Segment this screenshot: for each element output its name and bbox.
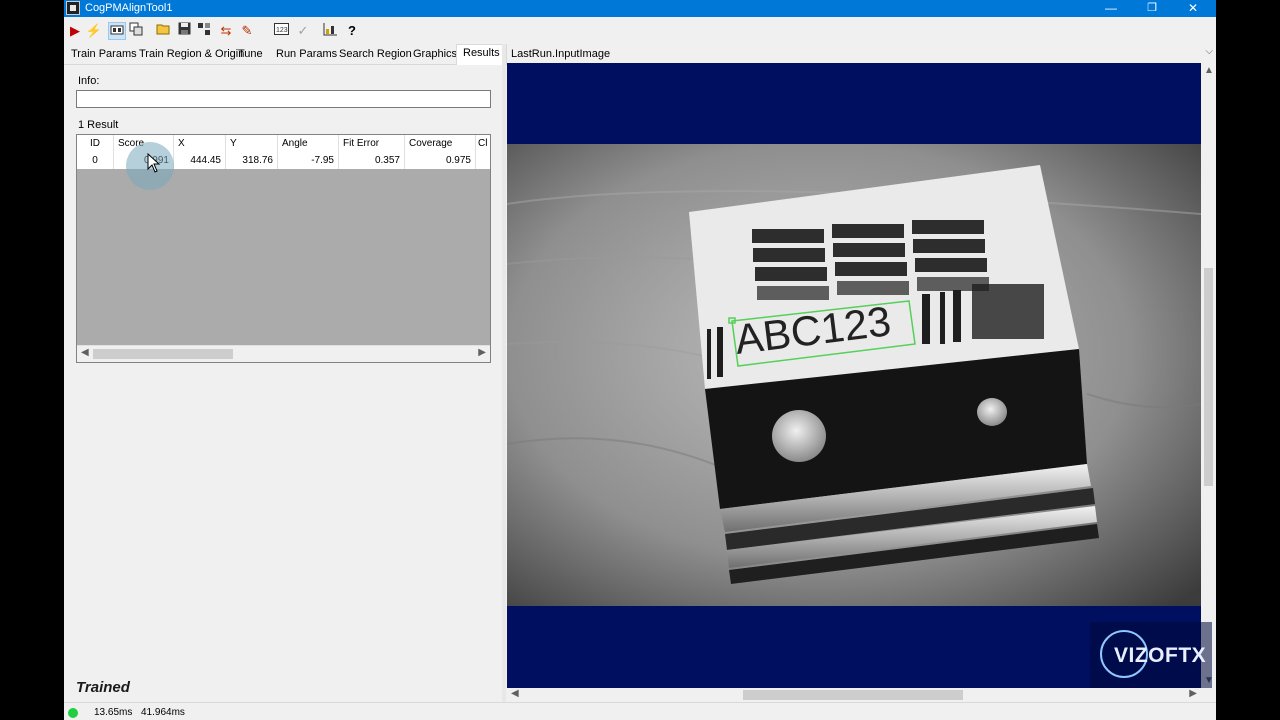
scroll-right-icon[interactable]: ▶ — [478, 347, 486, 358]
image-display[interactable]: ABC123 — [507, 63, 1201, 688]
image-panel: LastRun.InputImage ⌵ ABC123 ▲ ◀ ▶ — [507, 44, 1216, 702]
status-bar: 13.65ms 41.964ms — [64, 702, 1216, 720]
image-horizontal-scrollbar[interactable]: ◀ ▶ — [507, 688, 1201, 702]
reset-icon[interactable]: ⇆ — [217, 22, 235, 40]
save-icon[interactable] — [175, 22, 193, 40]
results-panel: Info: 1 Result ID Score X Y Angle Fit Er… — [64, 65, 502, 702]
image-selector-value: LastRun.InputImage — [511, 48, 611, 60]
title-bar: CogPMAlignTool1 — ❐ ✕ — [64, 0, 1216, 17]
scroll-right-icon[interactable]: ▶ — [1189, 688, 1197, 699]
scroll-left-icon[interactable]: ◀ — [81, 347, 89, 358]
column-header-id[interactable]: ID — [77, 135, 114, 153]
watermark-text: VIZOFTX — [1114, 644, 1207, 667]
scrollbar-thumb[interactable] — [93, 349, 233, 359]
trained-status: Trained — [76, 679, 130, 696]
cell-id: 0 — [77, 153, 114, 169]
cell-coverage: 0.975 — [405, 153, 476, 169]
window-title: CogPMAlignTool1 — [85, 2, 173, 14]
tab-graphics[interactable]: Graphics — [413, 48, 457, 60]
chart-icon[interactable] — [321, 22, 339, 40]
info-field[interactable] — [76, 90, 491, 108]
tab-strip: Train Params Train Region & Origin Tune … — [64, 44, 507, 65]
image-selector[interactable]: LastRun.InputImage ⌵ — [507, 44, 1216, 64]
status-led-icon — [68, 708, 78, 718]
tab-train-region-origin[interactable]: Train Region & Origin — [139, 48, 244, 60]
cell-x: 444.45 — [174, 153, 226, 169]
tab-search-region[interactable]: Search Region — [339, 48, 412, 60]
svg-text:123: 123 — [276, 27, 288, 34]
cell-clutter — [476, 153, 490, 169]
tools-icon[interactable] — [195, 22, 213, 40]
scrollbar-thumb[interactable] — [743, 690, 963, 700]
column-header-coverage[interactable]: Coverage — [405, 135, 476, 153]
column-header-fit-error[interactable]: Fit Error — [339, 135, 405, 153]
cell-y: 318.76 — [226, 153, 278, 169]
column-header-clutter[interactable]: Cl — [476, 135, 490, 153]
numeric-icon[interactable]: 123 — [272, 22, 290, 40]
app-icon — [66, 1, 80, 15]
tab-tune[interactable]: Tune — [238, 48, 263, 60]
close-button[interactable]: ✕ — [1172, 0, 1214, 17]
toolbar: ▶ ⚡ ⇆ ✎ 123 ✓ ? — [64, 18, 1216, 44]
column-header-x[interactable]: X — [174, 135, 226, 153]
check-icon[interactable]: ✓ — [294, 22, 312, 40]
train-icon[interactable]: ⚡ — [85, 22, 103, 40]
edit-icon[interactable]: ✎ — [238, 22, 256, 40]
tab-train-params[interactable]: Train Params — [71, 48, 137, 60]
last-run-time: 13.65ms — [94, 707, 133, 718]
scroll-left-icon[interactable]: ◀ — [511, 688, 519, 699]
image-vertical-scrollbar[interactable]: ▲ ▼ — [1201, 63, 1216, 688]
splitter[interactable] — [502, 44, 506, 702]
column-header-angle[interactable]: Angle — [278, 135, 339, 153]
run-icon[interactable]: ▶ — [66, 22, 84, 40]
total-run-time: 41.964ms — [141, 707, 185, 718]
column-header-y[interactable]: Y — [226, 135, 278, 153]
display-icon[interactable] — [108, 22, 126, 40]
grid-horizontal-scrollbar[interactable]: ◀ ▶ — [77, 345, 490, 362]
open-icon[interactable] — [154, 22, 172, 40]
cell-fit-error: 0.357 — [339, 153, 405, 169]
info-label: Info: — [78, 75, 100, 87]
minimize-button[interactable]: — — [1090, 0, 1132, 17]
watermark-logo: VIZOFTX — [1090, 622, 1212, 688]
scrollbar-thumb[interactable] — [1204, 268, 1213, 486]
result-count: 1 Result — [78, 119, 119, 131]
cell-angle: -7.95 — [278, 153, 339, 169]
tab-run-params[interactable]: Run Params — [276, 48, 337, 60]
copy-image-icon[interactable] — [127, 22, 145, 40]
app-window: CogPMAlignTool1 — ❐ ✕ ▶ ⚡ ⇆ ✎ 123 ✓ ? Tr… — [64, 0, 1216, 720]
chevron-down-icon[interactable]: ⌵ — [1205, 46, 1213, 57]
scroll-up-icon[interactable]: ▲ — [1204, 65, 1214, 76]
camera-image: ABC123 — [507, 144, 1201, 606]
mouse-cursor-icon — [147, 153, 161, 173]
tab-results[interactable]: Results — [456, 44, 507, 65]
help-icon[interactable]: ? — [343, 22, 361, 40]
restore-button[interactable]: ❐ — [1131, 0, 1173, 17]
